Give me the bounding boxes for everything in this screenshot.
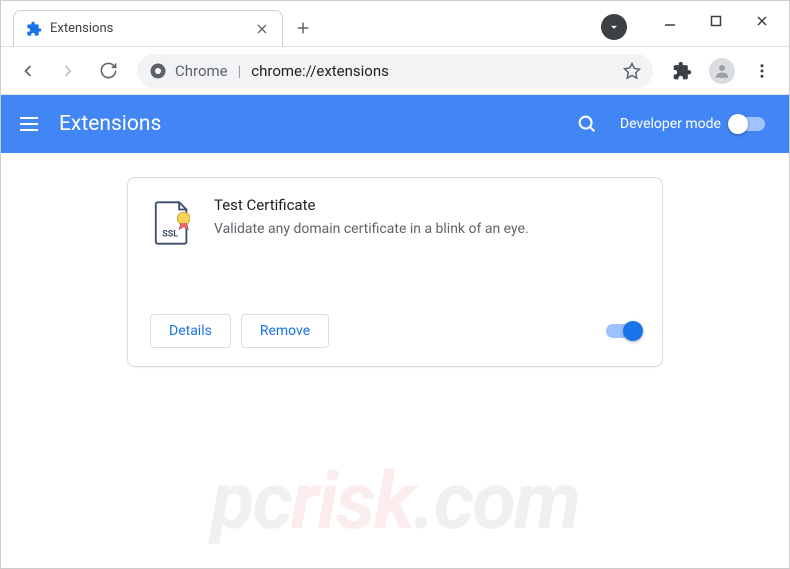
svg-text:SSL: SSL bbox=[162, 230, 178, 240]
tab-title: Extensions bbox=[50, 21, 246, 36]
url-text: chrome://extensions bbox=[251, 62, 615, 80]
toggle-knob bbox=[623, 321, 643, 341]
omnibox[interactable]: Chrome | chrome://extensions bbox=[137, 54, 653, 88]
bookmark-star-icon[interactable] bbox=[623, 62, 641, 80]
window-controls bbox=[647, 6, 785, 36]
search-icon[interactable] bbox=[576, 113, 598, 135]
avatar-icon bbox=[709, 58, 735, 84]
remove-button[interactable]: Remove bbox=[241, 314, 329, 348]
extensions-appbar: Extensions Developer mode bbox=[1, 95, 789, 153]
maximize-button[interactable] bbox=[693, 6, 739, 36]
new-tab-button[interactable] bbox=[289, 14, 317, 42]
page-title: Extensions bbox=[59, 112, 576, 136]
extensions-puzzle-icon[interactable] bbox=[665, 54, 699, 88]
close-icon[interactable] bbox=[254, 21, 270, 37]
extension-enable-toggle[interactable] bbox=[606, 324, 640, 338]
forward-button[interactable] bbox=[51, 54, 85, 88]
kebab-menu-icon[interactable] bbox=[745, 54, 779, 88]
browser-window: Extensions Chrome | chrome://exten bbox=[0, 0, 790, 569]
profile-indicator-icon[interactable] bbox=[601, 14, 627, 40]
extension-card: SSL Test Certificate Validate any domain… bbox=[127, 177, 663, 367]
close-window-button[interactable] bbox=[739, 6, 785, 36]
developer-mode-label: Developer mode bbox=[620, 116, 721, 132]
url-prefix: Chrome bbox=[175, 62, 228, 80]
puzzle-icon bbox=[26, 21, 42, 37]
toggle-knob bbox=[728, 114, 748, 134]
content-area: SSL Test Certificate Validate any domain… bbox=[1, 153, 789, 568]
extension-name: Test Certificate bbox=[214, 196, 640, 214]
minimize-button[interactable] bbox=[647, 6, 693, 36]
address-bar: Chrome | chrome://extensions bbox=[1, 47, 789, 95]
extension-description: Validate any domain certificate in a bli… bbox=[214, 220, 640, 240]
extension-ssl-icon: SSL bbox=[154, 200, 190, 246]
reload-button[interactable] bbox=[91, 54, 125, 88]
developer-mode-toggle[interactable] bbox=[731, 117, 765, 131]
chrome-icon bbox=[149, 62, 167, 80]
watermark: pcrisk.com bbox=[211, 454, 579, 548]
url-separator: | bbox=[238, 62, 242, 80]
hamburger-menu-icon[interactable] bbox=[17, 112, 41, 136]
details-button[interactable]: Details bbox=[150, 314, 231, 348]
profile-button[interactable] bbox=[705, 54, 739, 88]
back-button[interactable] bbox=[11, 54, 45, 88]
browser-tab[interactable]: Extensions bbox=[13, 10, 283, 46]
window-titlebar: Extensions bbox=[1, 1, 789, 47]
